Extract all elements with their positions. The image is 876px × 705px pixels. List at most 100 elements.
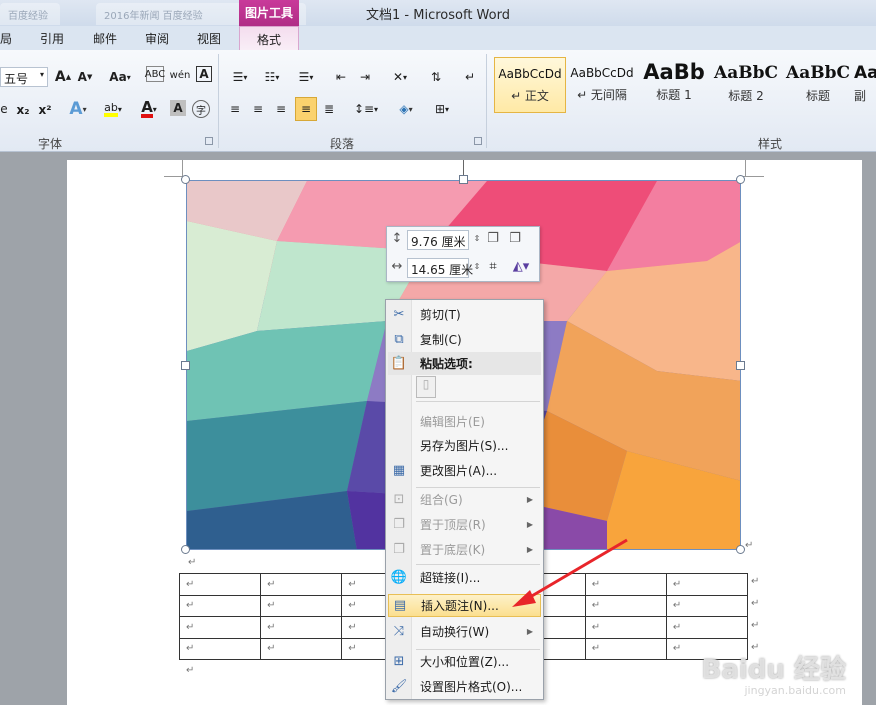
width-field[interactable]: 14.65 厘米 [407,258,473,278]
tab-review[interactable]: 审阅 [145,30,169,47]
line-spacing-button[interactable]: ↕≡ ▾ [352,98,380,120]
send-backward-icon[interactable]: ❐ [507,231,523,247]
paste-icon: 📋 [390,356,408,371]
style-subtitle[interactable]: Aa 副 [854,57,876,113]
style-heading-2[interactable]: AaBbC 标题 2 [710,57,782,113]
table-cell[interactable]: ↵ [178,637,262,660]
send-back-icon: ❐ [393,542,405,557]
enclose-char-button[interactable]: 字 [192,100,210,118]
menu-item-label: 复制(C) [420,333,462,347]
resize-handle-se[interactable] [736,545,745,554]
height-field[interactable]: 9.76 厘米 [407,230,469,250]
tab-references[interactable]: 引用 [40,30,64,47]
menu-item[interactable]: ✂ 剪切(T) [388,303,541,326]
align-center-button[interactable]: ≡ [249,98,267,120]
table-cell[interactable]: ↵ [260,637,343,660]
table-cell[interactable]: ↵ [178,573,262,596]
menu-item[interactable]: ❐ 置于顶层(R) ▶ [388,513,541,536]
char-border-button[interactable]: A [196,66,212,82]
menu-item[interactable]: 🌐 超链接(I)... [388,566,541,589]
style-no-spacing[interactable]: AaBbCcDd ↵ 无间隔 [566,57,638,113]
height-spinner[interactable]: ⇕ [469,231,485,247]
grow-font-button[interactable]: A ▲ [54,66,72,88]
font-dialog-launcher[interactable] [205,137,213,145]
sort-button[interactable]: ⇅ [426,66,446,88]
scissors-icon: ✂ [393,307,405,322]
table-cell[interactable]: ↵ [178,616,262,639]
paragraph-mark: ↵ [188,557,197,568]
menu-item[interactable]: ▦ 更改图片(A)... [388,459,541,482]
menu-item[interactable]: ▤ 插入题注(N)... [388,594,541,617]
resize-handle-nw[interactable] [181,175,190,184]
menu-item[interactable]: ⊡ 组合(G) ▶ [388,488,541,511]
font-color-button[interactable]: A ▾ [134,98,164,120]
tab-view[interactable]: 视图 [197,30,221,47]
tab-format[interactable]: 格式 [239,26,299,50]
strike-button[interactable]: e [0,98,8,120]
menu-item[interactable]: ⧉ 复制(C) [388,328,541,351]
distributed-button[interactable]: ≣ [320,98,338,120]
table-cell[interactable]: ↵ [584,594,667,617]
width-spinner[interactable]: ⇕ [469,259,485,275]
borders-button[interactable]: ⊞ ▾ [428,98,456,120]
table-cell[interactable]: ↵ [260,616,343,639]
menu-separator [416,564,540,565]
style-heading-1[interactable]: AaBb 标题 1 [638,57,710,113]
menu-item[interactable]: 🖌 设置图片格式(O)... [388,675,541,698]
tab-layout[interactable]: 局 [0,30,12,47]
change-case-button[interactable]: Aa ▾ [106,66,134,88]
menu-item-label: 超链接(I)... [420,571,481,585]
resize-handle-sw[interactable] [181,545,190,554]
paragraph-mark: ↵ [751,576,760,587]
menu-item[interactable]: ❐ 置于底层(K) ▶ [388,538,541,561]
resize-handle-w[interactable] [181,361,190,370]
font-size-select[interactable]: 五号 ▾ [0,67,48,87]
table-cell[interactable]: ↵ [260,573,343,596]
bring-forward-icon[interactable]: ❐ [485,231,501,247]
phonetic-guide-button[interactable]: wén [170,64,191,86]
style-title[interactable]: AaBbC 标题 [782,57,854,113]
subscript-button[interactable]: x₂ [14,99,32,121]
table-cell[interactable]: ↵ [584,573,667,596]
menu-item[interactable]: 另存为图片(S)... [388,434,541,457]
resize-handle-e[interactable] [736,361,745,370]
table-cell[interactable]: ↵ [584,616,667,639]
table-cell[interactable]: ↵ [665,594,749,617]
crop-icon[interactable]: ⌗ [485,259,501,275]
table-cell[interactable]: ↵ [178,594,262,617]
rotate-icon[interactable]: ◭▾ [507,259,535,275]
clear-format-button[interactable]: ABC [145,66,165,82]
menu-item[interactable]: ⊞ 大小和位置(Z)... [388,650,541,673]
paste-keep-format-icon[interactable]: ▯ [416,376,436,398]
show-marks-button[interactable]: ↵ [462,66,478,88]
highlight-button[interactable]: ab ▾ [98,98,128,120]
increase-indent-button[interactable]: ⇥ [356,66,374,88]
ribbon-tabs: 局 引用 邮件 审阅 视图 格式 [0,26,876,50]
text-effects-button[interactable]: A ▾ [64,98,92,120]
table-cell[interactable]: ↵ [584,637,667,660]
bullets-button[interactable]: ☰ ▾ [226,66,254,88]
justify-button[interactable]: ≡ [295,97,317,121]
table-cell[interactable]: ↵ [665,616,749,639]
menu-item[interactable]: ⤨ 自动换行(W) ▶ [388,620,541,643]
table-cell[interactable]: ↵ [665,573,749,596]
decrease-indent-button[interactable]: ⇤ [332,66,350,88]
context-menu: ✂ 剪切(T) ⧉ 复制(C) 📋 粘贴选项: 编辑图片(E) 另存为图片(S)... ▦ 更改图… [385,299,544,700]
align-right-button[interactable]: ≡ [272,98,290,120]
superscript-button[interactable]: x² [36,99,54,121]
multilevel-list-button[interactable]: ☰ ▾ [292,66,320,88]
menu-item-label: 置于顶层(R) [420,518,486,532]
resize-handle-ne[interactable] [736,175,745,184]
paragraph-dialog-launcher[interactable] [474,137,482,145]
align-left-button[interactable]: ≡ [226,98,244,120]
resize-handle-n[interactable] [459,175,468,184]
menu-item[interactable]: 编辑图片(E) [388,410,541,433]
shrink-font-button[interactable]: A ▼ [76,66,94,88]
numbering-button[interactable]: ☷ ▾ [258,66,286,88]
table-cell[interactable]: ↵ [260,594,343,617]
char-shading-button[interactable]: A [170,100,186,116]
chinese-layout-button[interactable]: ✕ ▾ [386,66,414,88]
tab-mailings[interactable]: 邮件 [93,30,117,47]
shading-button[interactable]: ◈ ▾ [392,98,420,120]
style-normal[interactable]: AaBbCcDd ↵ 正文 [494,57,566,113]
